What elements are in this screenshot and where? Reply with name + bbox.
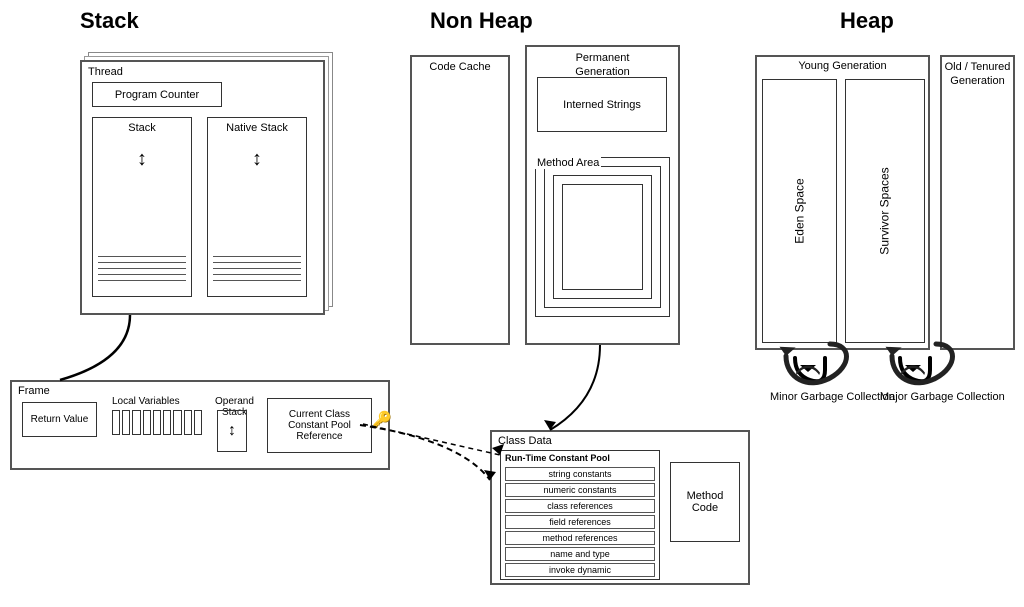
native-stack-box: Native Stack ↕ xyxy=(207,117,307,297)
interned-strings-label: Interned Strings xyxy=(563,99,641,111)
interned-strings-box: Interned Strings xyxy=(537,77,667,132)
major-gc-icon: ⌒ xyxy=(900,355,925,407)
old-gen-box: Old / TenuredGeneration xyxy=(940,55,1015,350)
nonheap-title: Non Heap xyxy=(430,8,533,34)
permanent-gen-box: PermanentGeneration Interned Strings Met… xyxy=(525,45,680,345)
item-4: method references xyxy=(505,531,655,545)
return-value-box: Return Value xyxy=(22,402,97,437)
runtime-pool-box: Run-Time Constant Pool string constants … xyxy=(500,450,660,580)
method-area-box-2 xyxy=(553,175,652,299)
runtime-pool-label: Run-Time Constant Pool xyxy=(505,453,610,463)
program-counter-box: Program Counter xyxy=(92,82,222,107)
young-gen-box: Young Generation Eden Space Survivor Spa… xyxy=(755,55,930,350)
minor-gc-label: Minor Garbage Collection xyxy=(770,390,895,405)
runtime-pool-items: string constants numeric constants class… xyxy=(505,467,655,579)
native-stack-label: Native Stack xyxy=(208,118,306,134)
stack-box-label: Stack xyxy=(93,118,191,134)
eden-space-box: Eden Space xyxy=(762,79,837,343)
code-cache-box: Code Cache xyxy=(410,55,510,345)
survivor-spaces-label: Survivor Spaces xyxy=(878,167,892,254)
eden-space-label: Eden Space xyxy=(792,178,806,243)
method-code-label: MethodCode xyxy=(687,490,724,514)
major-gc-label: Major Garbage Collection xyxy=(880,390,1005,405)
code-cache-label: Code Cache xyxy=(412,57,508,73)
operand-stack-box: ↕ xyxy=(217,410,247,452)
frame-box: Frame Return Value Local Variables Opera… xyxy=(10,380,390,470)
local-variables-grid xyxy=(112,410,202,435)
item-2: class references xyxy=(505,499,655,513)
young-gen-label: Young Generation xyxy=(757,57,928,72)
item-3: field references xyxy=(505,515,655,529)
stack-arrow-icon: ↕ xyxy=(93,149,191,169)
method-area-box-1 xyxy=(562,184,643,290)
item-5: name and type xyxy=(505,547,655,561)
permanent-gen-label: PermanentGeneration xyxy=(527,47,678,80)
survivor-spaces-box: Survivor Spaces xyxy=(845,79,925,343)
local-variables-label: Local Variables xyxy=(112,396,180,407)
stack-box: Stack ↕ xyxy=(92,117,192,297)
item-0: string constants xyxy=(505,467,655,481)
thread-label: Thread xyxy=(88,66,123,78)
method-area-box-4 xyxy=(535,157,670,317)
class-data-label: Class Data xyxy=(498,435,552,447)
method-area-label: Method Area xyxy=(535,157,601,169)
item-6: invoke dynamic xyxy=(505,563,655,577)
key-icon: 🔑 xyxy=(372,410,392,430)
method-code-box: MethodCode xyxy=(670,462,740,542)
native-stack-arrow-icon: ↕ xyxy=(208,149,306,169)
current-class-box: Current ClassConstant PoolReference xyxy=(267,398,372,453)
frame-label: Frame xyxy=(18,385,50,397)
return-value-label: Return Value xyxy=(31,414,89,425)
stack-frames xyxy=(98,256,186,286)
method-area-box-3 xyxy=(544,166,661,308)
thread-box: Thread Program Counter Stack ↕ Native St… xyxy=(80,60,325,315)
minor-gc-icon: ⌒ xyxy=(795,355,820,407)
stack-title: Stack xyxy=(80,8,139,34)
native-stack-frames xyxy=(213,256,301,286)
class-data-box: Class Data Run-Time Constant Pool string… xyxy=(490,430,750,585)
current-class-label: Current ClassConstant PoolReference xyxy=(288,409,351,442)
heap-title: Heap xyxy=(840,8,894,34)
program-counter-label: Program Counter xyxy=(115,89,199,101)
item-1: numeric constants xyxy=(505,483,655,497)
old-gen-label: Old / TenuredGeneration xyxy=(942,57,1013,89)
